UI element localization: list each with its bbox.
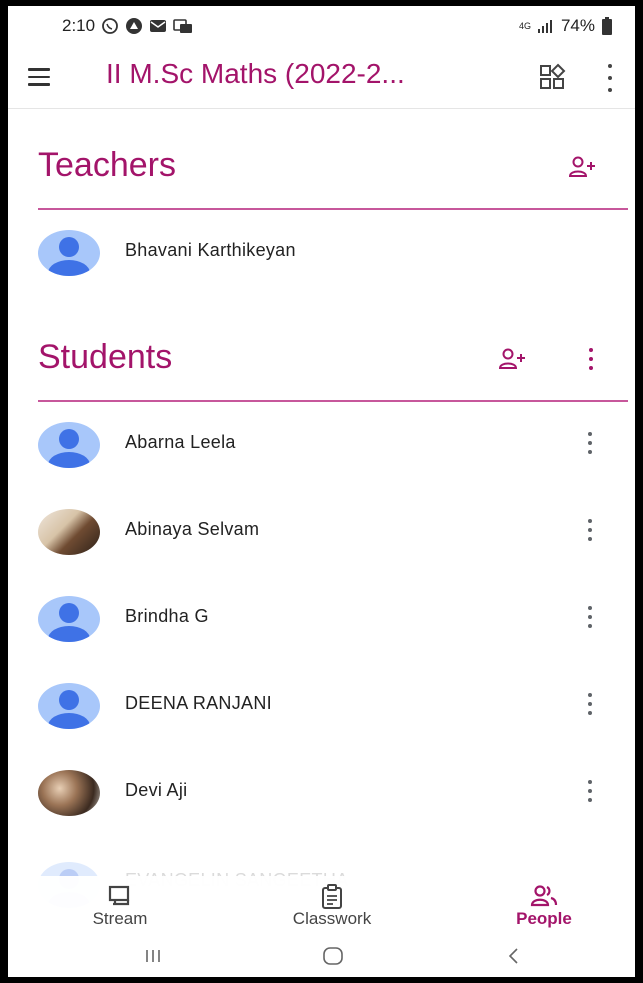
signal-icon [537,20,552,33]
student-more-button[interactable] [586,606,594,628]
avatar-photo [38,509,100,555]
teachers-heading: Teachers [38,146,176,184]
student-name: Abarna Leela [125,432,236,452]
students-divider [38,400,628,402]
avatar [38,230,100,276]
avatar-photo [38,770,100,816]
app-bar: II M.Sc Maths (2022-2... [8,46,635,109]
stream-icon [108,885,130,906]
student-more-button[interactable] [586,780,594,802]
status-right: 4G 74% [519,16,613,36]
whatsapp-icon [102,18,118,34]
network-type: 4G [518,20,531,31]
battery-percent: 74% [560,16,595,35]
system-navigation-bar [8,936,635,977]
students-heading: Students [38,338,173,376]
teacher-row[interactable]: Bhavani Karthikeyan [8,218,635,288]
back-button[interactable] [493,944,533,968]
nav-people[interactable]: People [484,878,604,932]
overflow-menu-button[interactable] [605,64,615,92]
hamburger-line [28,68,50,71]
student-more-button[interactable] [586,432,594,454]
students-more-button[interactable] [587,348,595,370]
home-button[interactable] [313,944,353,968]
status-bar: 2:10 4G 74% [8,6,635,46]
recents-icon [146,950,160,962]
invite-student-icon[interactable] [498,348,526,370]
student-name: DEENA RANJANI [125,693,272,713]
teachers-divider [38,208,628,210]
status-time: 2:10 [62,16,96,35]
student-more-button[interactable] [586,519,594,541]
student-row[interactable]: Devi Aji [8,758,635,828]
nav-stream[interactable]: Stream [60,878,180,932]
battery-icon [602,17,612,35]
avatar [38,596,100,642]
people-icon [530,885,558,907]
nav-people-label: People [516,909,572,928]
invite-teacher-icon[interactable] [568,156,596,178]
avatar [38,683,100,729]
status-left: 2:10 [62,16,193,36]
widgets-icon[interactable] [538,63,566,91]
recents-button[interactable] [133,944,173,968]
class-title: II M.Sc Maths (2022-2... [106,58,405,89]
student-more-button[interactable] [586,693,594,715]
student-name: Abinaya Selvam [125,519,260,539]
phone-screen: 2:10 4G 74% II M.Sc Maths (2022-2... Tea… [8,6,635,977]
back-icon [508,948,518,964]
teacher-name: Bhavani Karthikeyan [125,240,296,260]
drive-icon [126,18,143,34]
message-icon [173,19,193,33]
student-row[interactable]: Brindha G [8,584,635,654]
home-icon [323,947,343,965]
nav-stream-label: Stream [92,909,148,928]
hamburger-line [28,75,50,79]
classwork-icon [322,884,342,909]
student-row[interactable]: DEENA RANJANI [8,671,635,741]
student-name: Brindha G [125,606,209,626]
avatar [38,422,100,468]
student-row[interactable]: Abarna Leela [8,410,635,480]
menu-button[interactable] [28,60,62,94]
nav-classwork-label: Classwork [292,909,372,928]
mail-icon [150,20,167,32]
nav-classwork[interactable]: Classwork [272,878,392,932]
student-name: Devi Aji [125,780,188,800]
student-row[interactable]: Abinaya Selvam [8,497,635,567]
bottom-navigation: Stream Classwork People [8,876,635,934]
hamburger-line [28,83,50,86]
